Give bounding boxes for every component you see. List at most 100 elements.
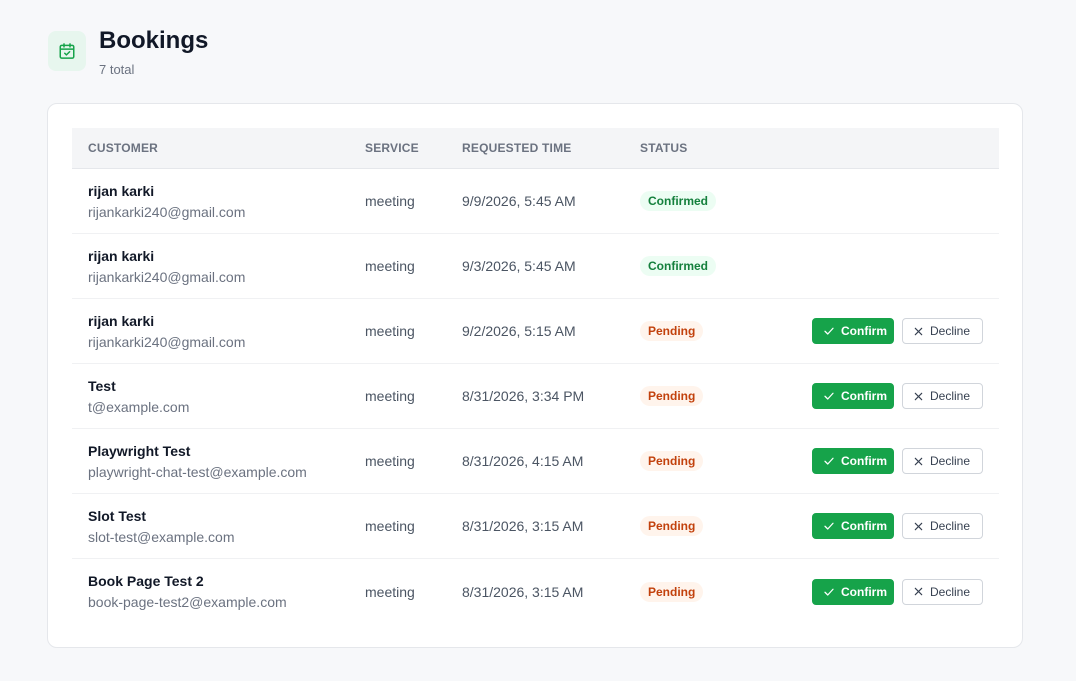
close-icon	[914, 327, 923, 335]
decline-button[interactable]: Decline	[902, 448, 983, 474]
customer-cell: Slot Test slot-test@example.com	[72, 508, 365, 545]
table-row: rijan karki rijankarki240@gmail.com meetin…	[72, 234, 999, 299]
actions-cell: Confirm Decline	[795, 318, 999, 344]
customer-name: rijan karki	[88, 247, 155, 264]
customer-email: rijankarki240@gmail.com	[88, 203, 246, 220]
confirm-button[interactable]: Confirm	[812, 578, 894, 605]
requested-time-cell: 8/31/2026, 3:15 AM	[462, 518, 584, 534]
status-badge: Confirmed	[640, 256, 716, 276]
customer-email: slot-test@example.com	[88, 528, 235, 545]
service-cell: meeting	[365, 583, 415, 600]
customer-email: book-page-test2@example.com	[88, 594, 287, 610]
column-header-status: STATUS	[640, 141, 688, 155]
table-row: Test t@example.com meeting 8/31/2026, 3:34 …	[72, 364, 999, 429]
check-icon	[824, 392, 834, 400]
customer-email: rijankarki240@gmail.com	[88, 333, 246, 350]
status-badge: Confirmed	[640, 191, 716, 211]
requested-time-cell: 9/3/2026, 5:45 AM	[462, 258, 576, 274]
actions-cell: Confirm Decline	[795, 513, 999, 539]
table-header: CUSTOMER SERVICE REQUESTED TIME STATUS	[72, 128, 999, 169]
check-icon	[824, 588, 834, 596]
status-badge: Pending	[640, 516, 704, 536]
page-header: Bookings 7 total	[48, 28, 208, 77]
check-icon	[824, 327, 834, 335]
status-cell: Confirmed	[640, 256, 795, 276]
service-cell: meeting	[365, 388, 415, 404]
service-cell: meeting	[365, 518, 415, 534]
column-header-service: SERVICE	[365, 141, 419, 155]
decline-button[interactable]: Decline	[902, 318, 983, 344]
service-cell: meeting	[365, 323, 415, 339]
customer-name: Book Page Test 2	[88, 573, 204, 589]
confirm-label: Confirm	[841, 454, 887, 468]
service-cell: meeting	[365, 193, 415, 209]
bookings-card: CUSTOMER SERVICE REQUESTED TIME STATUS r…	[47, 103, 1023, 648]
customer-cell: Book Page Test 2 book-page-test2@example.…	[72, 573, 365, 610]
table-row: rijan karki rijankarki240@gmail.com meetin…	[72, 299, 999, 364]
status-badge: Pending	[640, 321, 704, 341]
customer-email: playwright-chat-test@example.com	[88, 463, 307, 480]
customer-cell: Test t@example.com	[72, 378, 365, 415]
status-cell: Pending	[640, 581, 795, 602]
table-row: Slot Test slot-test@example.com meeting 8/3…	[72, 494, 999, 559]
requested-time-cell: 9/9/2026, 5:45 AM	[462, 193, 576, 209]
customer-name: Test	[88, 377, 116, 394]
confirm-button[interactable]: Confirm	[812, 383, 894, 409]
close-icon	[914, 457, 923, 465]
table-row: Book Page Test 2 book-page-test2@example.…	[72, 559, 999, 624]
table-row: Playwright Test playwright-chat-test@exam…	[72, 429, 999, 494]
table-row: rijan karki rijankarki240@gmail.com meetin…	[72, 169, 999, 234]
column-header-requested-time: REQUESTED TIME	[462, 141, 572, 155]
status-cell: Pending	[640, 386, 795, 406]
service-cell: meeting	[365, 258, 415, 274]
requested-time-cell: 8/31/2026, 3:15 AM	[462, 583, 584, 600]
customer-email: t@example.com	[88, 398, 190, 415]
status-cell: Pending	[640, 451, 795, 471]
check-icon	[824, 457, 834, 465]
customer-cell: rijan karki rijankarki240@gmail.com	[72, 183, 365, 220]
table-body: rijan karki rijankarki240@gmail.com meetin…	[72, 169, 999, 624]
confirm-label: Confirm	[841, 519, 887, 533]
header-text: Bookings 7 total	[99, 27, 209, 78]
status-badge: Pending	[640, 386, 704, 406]
confirm-label: Confirm	[841, 389, 887, 403]
customer-name: Playwright Test	[88, 442, 191, 459]
check-icon	[824, 522, 834, 530]
actions-cell: Confirm Decline	[795, 448, 999, 474]
decline-button[interactable]: Decline	[902, 383, 983, 409]
customer-email: rijankarki240@gmail.com	[88, 268, 246, 285]
actions-cell: Confirm Decline	[795, 383, 999, 409]
column-header-customer: CUSTOMER	[88, 141, 159, 155]
status-badge: Pending	[640, 581, 704, 602]
requested-time-cell: 8/31/2026, 4:15 AM	[462, 453, 584, 469]
status-cell: Pending	[640, 516, 795, 536]
customer-cell: Playwright Test playwright-chat-test@exam…	[72, 443, 365, 480]
actions-cell: Confirm Decline	[795, 578, 999, 605]
decline-label: Decline	[930, 454, 971, 468]
page-subtitle: 7 total	[99, 62, 135, 77]
confirm-label: Confirm	[841, 324, 887, 338]
confirm-button[interactable]: Confirm	[812, 513, 894, 539]
decline-label: Decline	[930, 519, 971, 533]
page-title: Bookings	[99, 27, 209, 54]
service-cell: meeting	[365, 453, 415, 469]
customer-name: Slot Test	[88, 507, 147, 524]
requested-time-cell: 9/2/2026, 5:15 AM	[462, 323, 576, 339]
close-icon	[914, 522, 923, 530]
close-icon	[914, 587, 923, 596]
close-icon	[914, 392, 923, 400]
bookings-table: CUSTOMER SERVICE REQUESTED TIME STATUS r…	[72, 128, 999, 624]
customer-name: rijan karki	[88, 312, 155, 329]
decline-label: Decline	[930, 584, 971, 599]
decline-button[interactable]: Decline	[902, 513, 983, 539]
decline-label: Decline	[930, 389, 971, 403]
decline-label: Decline	[930, 324, 971, 338]
confirm-label: Confirm	[841, 584, 887, 599]
customer-cell: rijan karki rijankarki240@gmail.com	[72, 313, 365, 350]
confirm-button[interactable]: Confirm	[812, 318, 894, 344]
decline-button[interactable]: Decline	[902, 578, 983, 605]
customer-name: rijan karki	[88, 182, 155, 199]
status-badge: Pending	[640, 451, 704, 471]
confirm-button[interactable]: Confirm	[812, 448, 894, 474]
requested-time-cell: 8/31/2026, 3:34 PM	[462, 388, 585, 404]
